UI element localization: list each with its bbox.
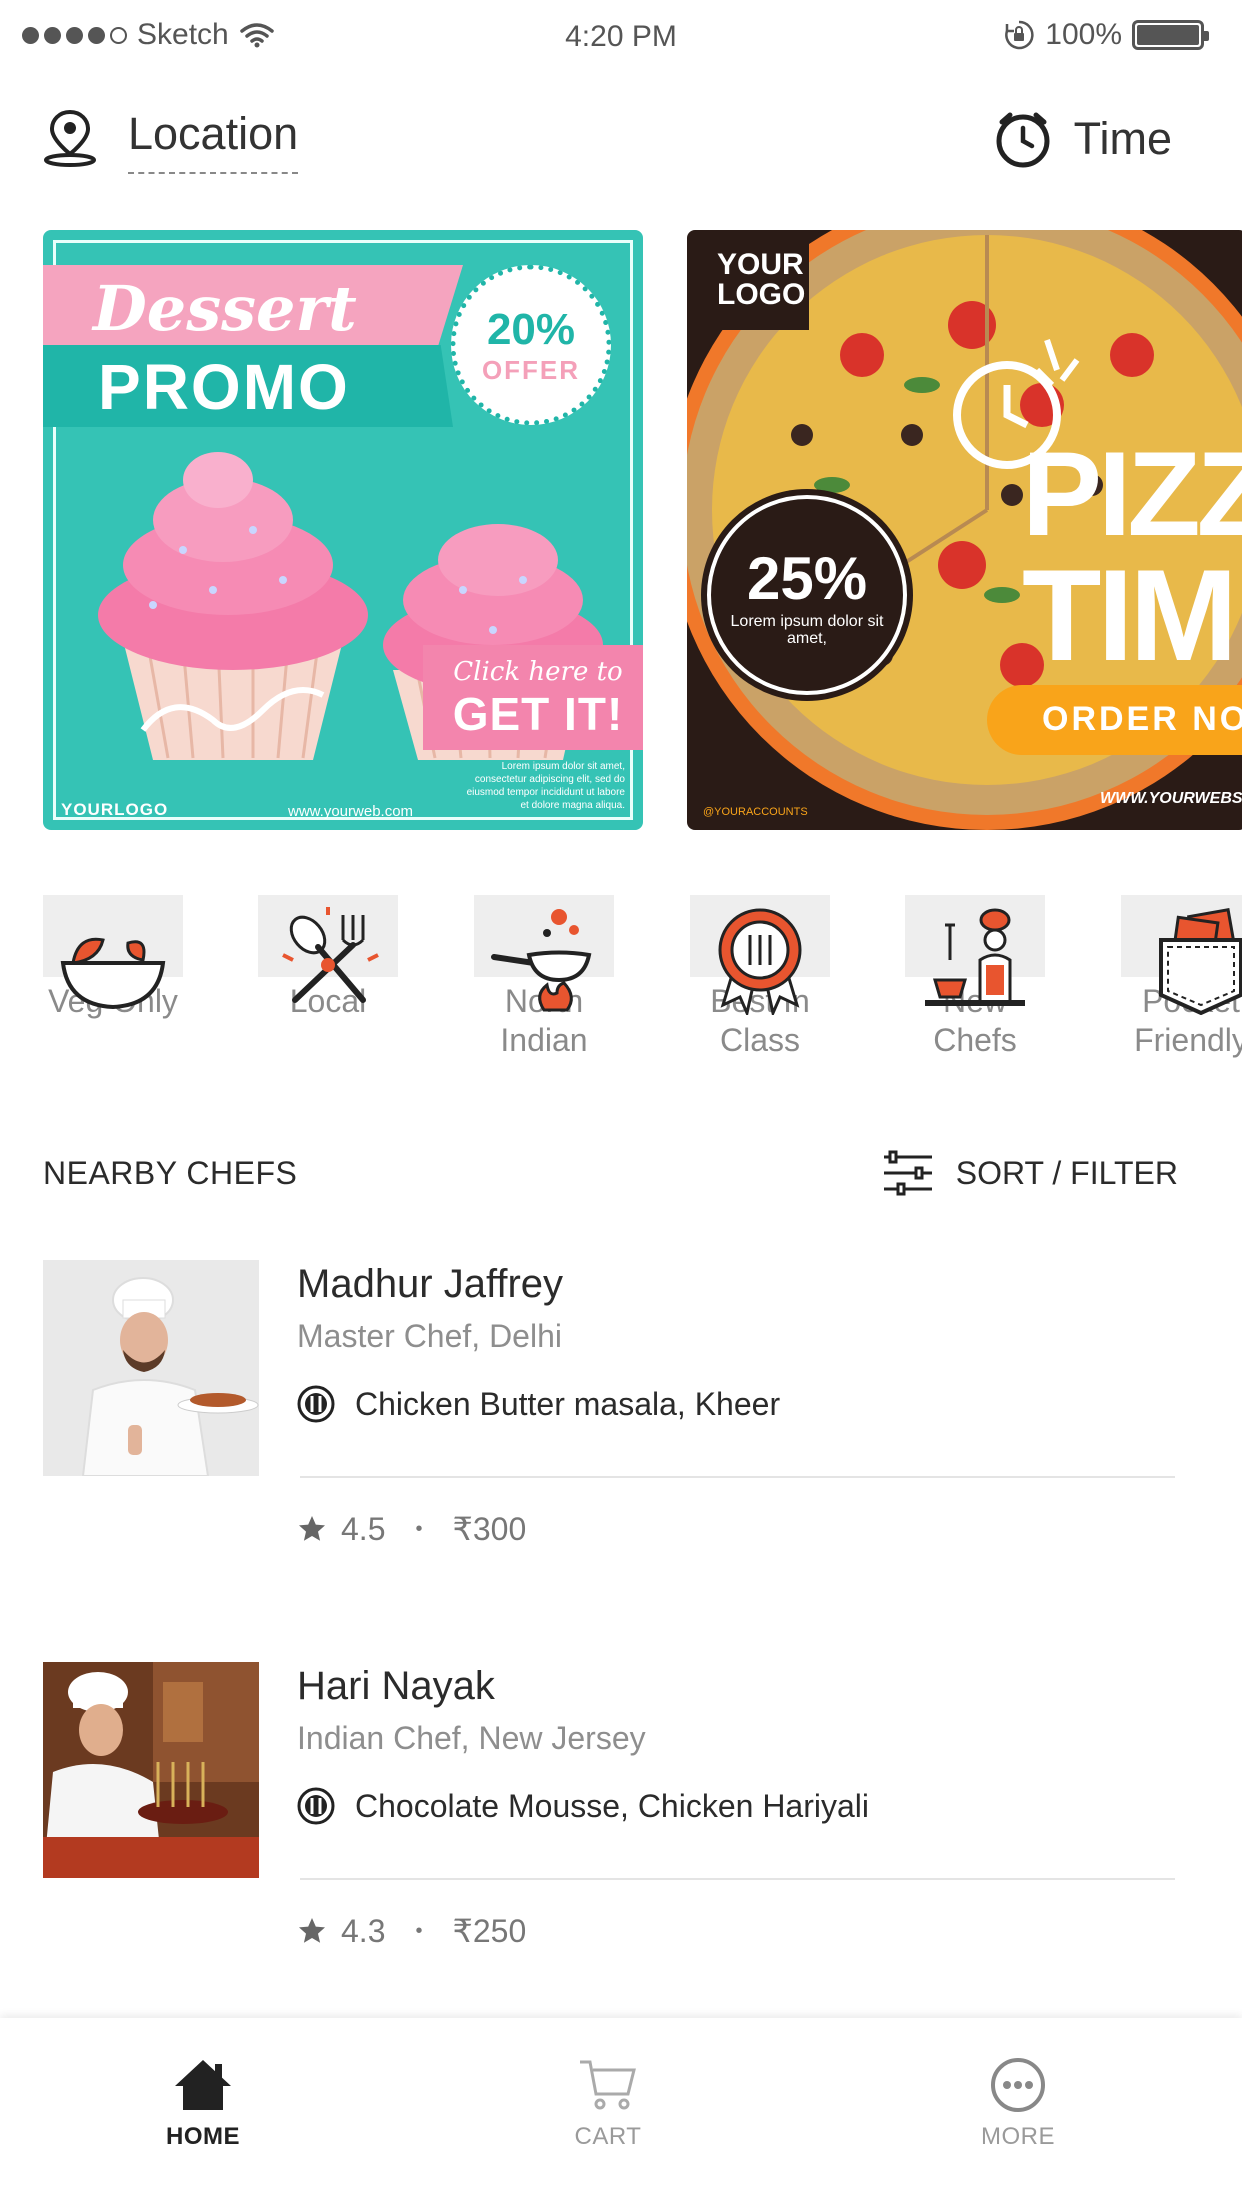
nav-home[interactable]: HOME (103, 2058, 303, 2151)
chef-dishes: Chicken Butter masala, Kheer (297, 1385, 780, 1423)
sort-filter-label: SORT / FILTER (955, 1154, 1178, 1191)
nav-cart-label: CART (574, 2123, 642, 2150)
chef-avatar (43, 1260, 259, 1476)
chef-card[interactable]: Madhur Jaffrey Master Chef, Delhi Chicke… (0, 1260, 1242, 1590)
clock-icon (996, 112, 1050, 168)
location-pin-icon (44, 109, 96, 167)
get-it-cta[interactable]: Click here to GET IT! (423, 645, 643, 750)
discount-percent: 25% (746, 544, 868, 612)
chef-price: ₹250 (452, 1913, 527, 1949)
category-best-in-class[interactable]: Best In Class (690, 895, 830, 1060)
chef-rating: 4.3 (341, 1912, 386, 1949)
chef-name: Madhur Jaffrey (297, 1262, 564, 1306)
rotation-lock-icon (1005, 20, 1034, 50)
pocket-money-icon (1159, 908, 1242, 1015)
banner-logo: YOURLOGO (61, 800, 169, 819)
banner-website: www.yourweb.com (288, 803, 414, 820)
pizza-accounts: @YOURACCOUNTS (703, 806, 808, 818)
chef-card[interactable]: Hari Nayak Indian Chef, New Jersey Choco… (0, 1662, 1242, 1992)
chef-name: Hari Nayak (297, 1664, 495, 1708)
chef-cooking-icon (925, 908, 1025, 1006)
chef-photo (43, 1662, 259, 1878)
chef-rating: 4.5 (341, 1510, 386, 1547)
dish-icon (297, 1787, 335, 1825)
battery-percent: 100% (1045, 18, 1122, 51)
time-label: Time (1073, 113, 1172, 164)
chef-role: Indian Chef, New Jersey (297, 1720, 646, 1756)
nav-cart[interactable]: CART (508, 2058, 708, 2151)
category-tile (690, 895, 830, 1015)
offer-text: OFFER (481, 354, 581, 385)
nav-more-label: MORE (981, 2123, 1055, 2150)
spoon-fork-icon (282, 907, 379, 1003)
location-label: Location (128, 108, 299, 174)
category-strip: Veg Only Local North Indian (0, 895, 1242, 1095)
cart-icon (580, 2060, 636, 2110)
dot-separator: • (415, 1919, 423, 1942)
dish-list: Chocolate Mousse, Chicken Hariyali (355, 1787, 869, 1824)
section-title: NEARBY CHEFS (43, 1155, 298, 1191)
dot-separator: • (415, 1517, 423, 1540)
category-new-chefs[interactable]: New Chefs (905, 895, 1045, 1060)
category-tile (258, 895, 398, 1003)
app-header: Location Time (0, 100, 1242, 190)
banner-subtitle: PROMO (98, 351, 350, 423)
dessert-promo-banner[interactable]: Dessert PROMO 20% OFFER Click here to GE… (43, 230, 643, 830)
divider (300, 1476, 1175, 1478)
award-badge-icon (718, 908, 802, 1015)
bowl-leaves-icon (60, 937, 166, 1010)
nav-home-label: HOME (166, 2123, 240, 2150)
status-right: 100% (1003, 18, 1209, 52)
cta-big-text: GET IT! (452, 688, 624, 740)
cta-small-text: Click here to (453, 657, 623, 687)
frying-pan-icon (491, 909, 592, 1012)
chef-price: ₹300 (452, 1511, 527, 1547)
category-veg-only[interactable]: Veg Only (43, 895, 183, 1021)
time-selector[interactable]: Time (994, 110, 1172, 168)
category-tile (43, 895, 183, 1010)
category-local[interactable]: Local (258, 895, 398, 1021)
star-icon (299, 1516, 325, 1541)
chef-meta: 4.3 • ₹250 (297, 1912, 526, 1950)
chef-meta: 4.5 • ₹300 (297, 1510, 526, 1548)
pizza-logo: YOUR LOGO (697, 240, 809, 330)
category-tile (1121, 895, 1242, 1015)
dish-icon (297, 1385, 335, 1423)
sort-filter-button[interactable]: SORT / FILTER (882, 1150, 1178, 1196)
pizza-title-2: TIME (1022, 542, 1242, 688)
battery-icon (1132, 20, 1209, 50)
location-selector[interactable]: Location (42, 108, 299, 174)
chef-dishes: Chocolate Mousse, Chicken Hariyali (297, 1787, 869, 1825)
star-icon (299, 1918, 325, 1943)
dish-list: Chicken Butter masala, Kheer (355, 1385, 781, 1422)
offer-percent: 20% (486, 304, 576, 354)
category-tile (905, 895, 1045, 1006)
home-icon (175, 2060, 231, 2110)
offer-badge: 20% OFFER (451, 265, 611, 425)
discount-badge: 25% Lorem ipsum dolor sit amet, (707, 495, 907, 695)
banner-title: Dessert (93, 272, 357, 345)
order-now-button[interactable]: ORDER NOW (987, 685, 1242, 755)
sliders-icon (883, 1150, 932, 1196)
category-north-indian[interactable]: North Indian (474, 895, 614, 1060)
status-bar: Sketch 4:20 PM 100% (0, 0, 1242, 72)
chef-photo (43, 1260, 259, 1476)
pizza-website: WWW.YOURWEBSI (1100, 790, 1242, 807)
divider (300, 1878, 1175, 1880)
pizza-time-banner[interactable]: YOUR LOGO 25% Lorem ipsum dolor sit amet… (687, 230, 1242, 830)
category-pocket-friendly[interactable]: Pocket Friendly (1121, 895, 1242, 1060)
chef-avatar (43, 1662, 259, 1878)
discount-text: Lorem ipsum dolor sit amet, (730, 612, 884, 647)
chef-role: Master Chef, Delhi (297, 1318, 562, 1354)
bottom-navigation: HOME CART MORE (0, 2018, 1242, 2208)
more-icon (991, 2058, 1045, 2112)
banner-body-text: Lorem ipsum dolor sit amet, consectetur … (466, 761, 625, 811)
nav-more[interactable]: MORE (918, 2058, 1118, 2151)
category-tile (474, 895, 614, 1012)
